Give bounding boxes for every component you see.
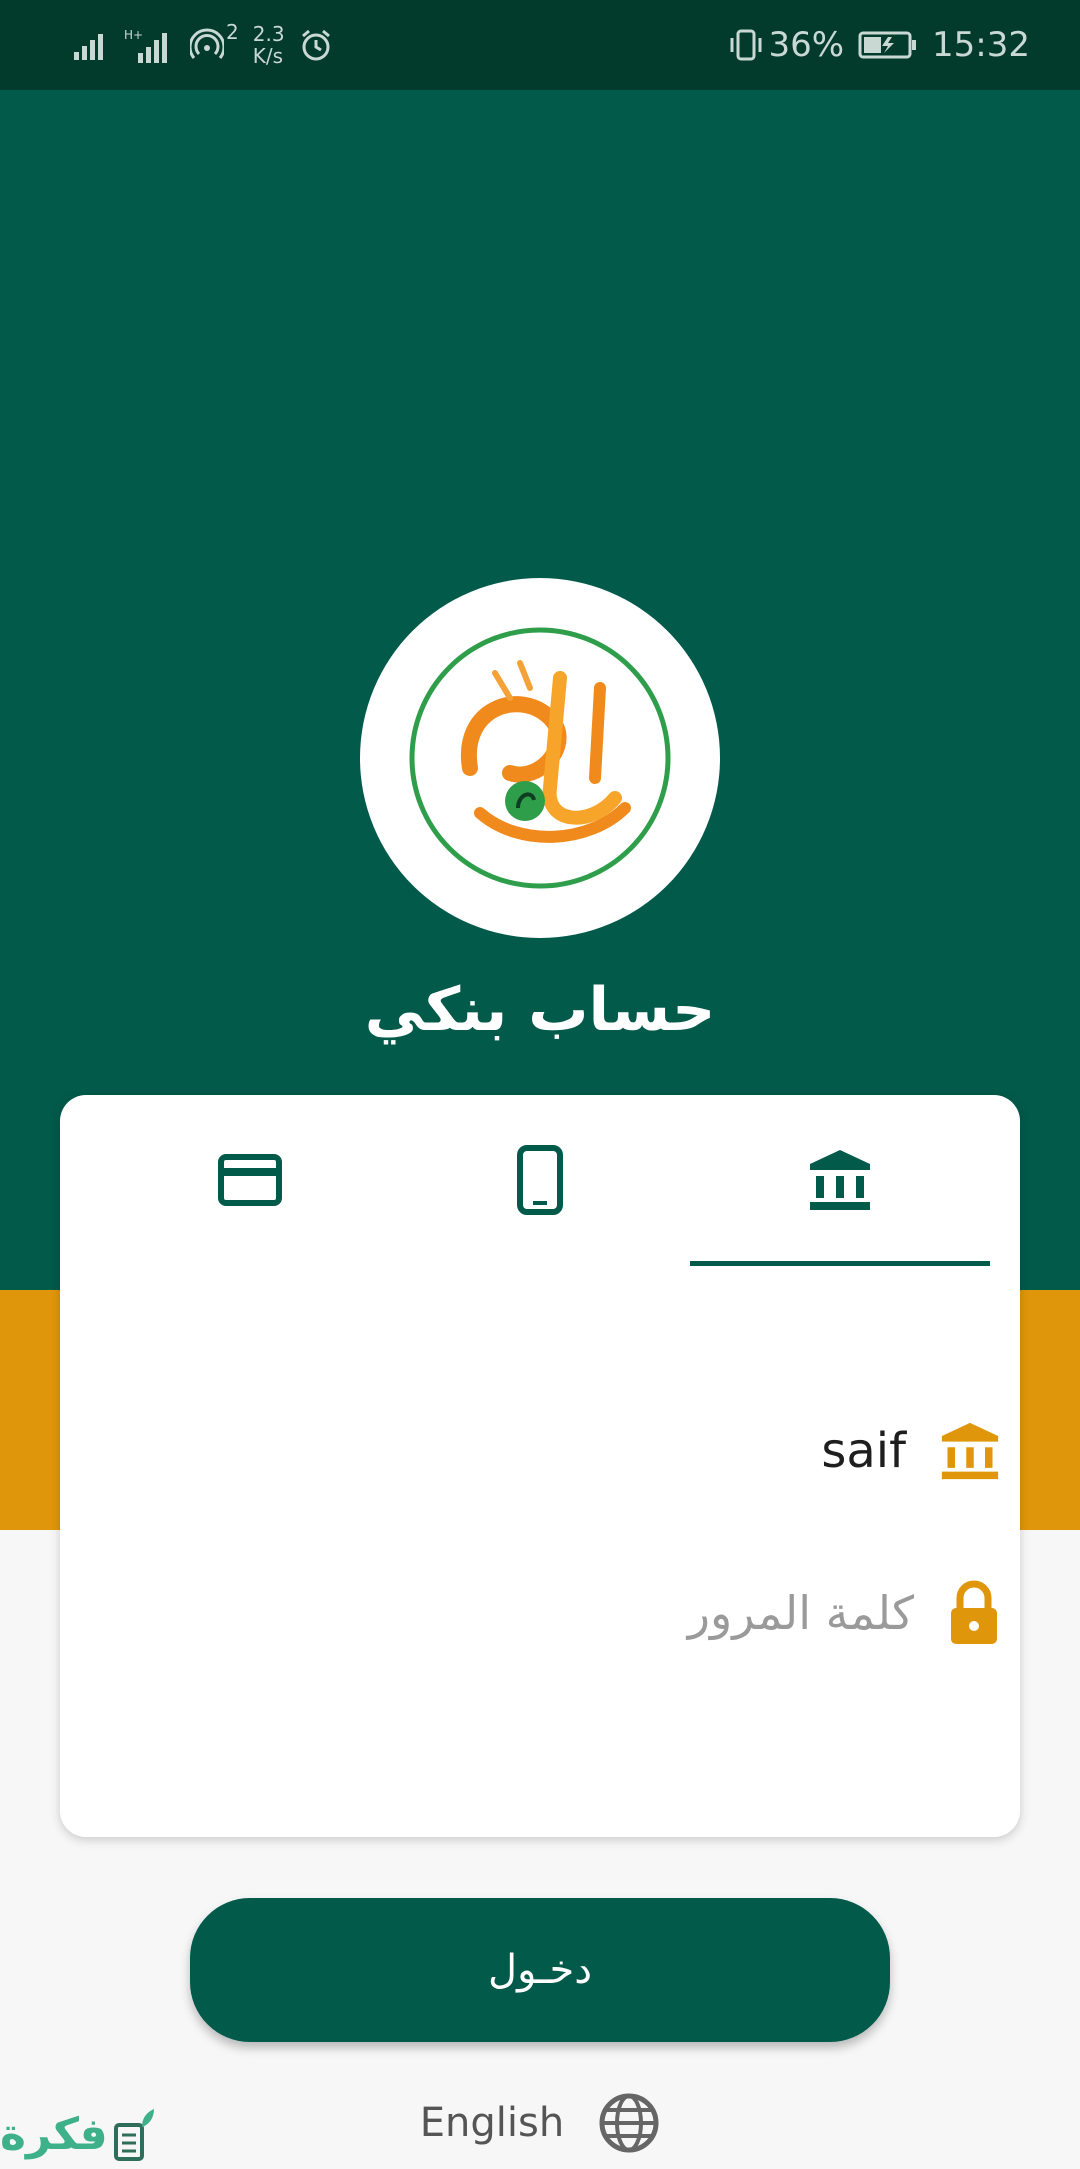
battery-percent: 36% bbox=[768, 25, 845, 65]
tab-card[interactable] bbox=[100, 1095, 400, 1265]
signal-icon bbox=[74, 34, 103, 60]
language-label: English bbox=[419, 2100, 565, 2146]
credit-card-icon bbox=[218, 1154, 282, 1206]
signal-hplus-icon: H+ bbox=[124, 28, 167, 63]
status-left-icons: H+ 2 2.3 K/s bbox=[74, 20, 333, 70]
active-tab-indicator bbox=[690, 1261, 990, 1266]
vibrate-icon bbox=[730, 29, 762, 61]
bank-icon bbox=[941, 1422, 999, 1480]
hotspot-icon bbox=[190, 28, 224, 59]
tab-bank[interactable] bbox=[690, 1095, 990, 1265]
svg-text:H+: H+ bbox=[124, 28, 143, 42]
globe-icon bbox=[599, 2093, 659, 2153]
login-button[interactable]: دخـول bbox=[190, 1898, 890, 2042]
alarm-icon bbox=[301, 29, 330, 61]
network-speed-value: 2.3 bbox=[252, 22, 285, 46]
clock: 15:32 bbox=[932, 25, 1030, 65]
password-field[interactable]: كلمة المرور bbox=[688, 1580, 1000, 1646]
battery-charging-icon bbox=[858, 31, 917, 59]
bank-icon bbox=[810, 1150, 870, 1210]
language-switch[interactable]: English bbox=[0, 2088, 1080, 2158]
network-speed: 2.3 K/s bbox=[253, 23, 285, 67]
watermark-text: فكرة bbox=[0, 2108, 108, 2160]
status-right-icons: 36% 15:32 bbox=[728, 20, 1030, 70]
status-bar: H+ 2 2.3 K/s 36% 15:32 bbox=[0, 0, 1080, 90]
hotspot-count: 2 bbox=[226, 20, 239, 44]
lock-icon bbox=[951, 1580, 997, 1644]
username-field[interactable]: saif bbox=[821, 1420, 1000, 1482]
bank-logo bbox=[360, 578, 720, 938]
book-plant-icon bbox=[113, 2109, 154, 2161]
page-title: حساب بنكي bbox=[364, 975, 716, 1045]
logo-emblem-icon bbox=[409, 627, 671, 889]
password-input[interactable]: كلمة المرور bbox=[688, 1586, 914, 1640]
watermark: فكرة bbox=[0, 2100, 156, 2168]
network-speed-unit: K/s bbox=[252, 44, 284, 68]
username-input[interactable]: saif bbox=[821, 1423, 906, 1479]
tab-phone[interactable] bbox=[390, 1095, 690, 1265]
phone-icon bbox=[517, 1145, 563, 1215]
